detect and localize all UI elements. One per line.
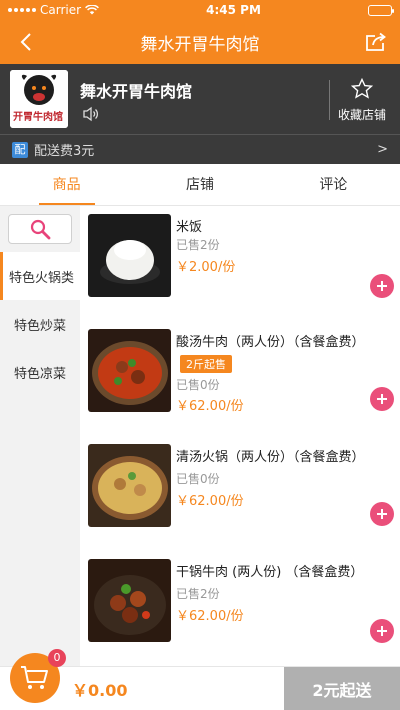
delivery-badge: 配 (12, 141, 28, 158)
favorite-label: 收藏店铺 (337, 108, 386, 122)
status-bar: Carrier 4:45 PM (0, 0, 400, 20)
tab-shop[interactable]: 店铺 (133, 164, 266, 205)
category-sidebar: 特色火锅类 特色炒菜 特色凉菜 (0, 206, 80, 666)
product-price: ￥62.00/份 (176, 494, 244, 509)
add-to-cart-button[interactable] (370, 387, 394, 411)
favorite-shop-button[interactable]: 收藏店铺 (334, 77, 390, 126)
tab-products[interactable]: 商品 (0, 164, 133, 205)
speaker-icon[interactable] (82, 106, 100, 126)
product-item[interactable]: 干锅牛肉 (两人份) （含餐盒费） 已售2份 ￥62.00/份 (80, 551, 400, 666)
product-image (88, 329, 171, 412)
nav-bar: 舞水开胃牛肉馆 (0, 20, 400, 64)
add-to-cart-button[interactable] (370, 274, 394, 298)
add-to-cart-button[interactable] (370, 619, 394, 643)
product-list: 米饭 已售2份 ￥2.00/份 酸汤牛肉（两人份）（含餐盒费） 2斤起售 已售0… (80, 206, 400, 666)
product-image (88, 214, 171, 297)
share-icon (366, 32, 386, 51)
cart-total: ￥0.00 (72, 681, 128, 700)
product-item[interactable]: 米饭 已售2份 ￥2.00/份 (80, 206, 400, 321)
product-price: ￥2.00/份 (176, 260, 236, 275)
top-bar: Carrier 4:45 PM 舞水开胃牛肉馆 (0, 0, 400, 64)
category-hotpot[interactable]: 特色火锅类 (0, 252, 80, 300)
shop-name: 舞水开胃牛肉馆 (80, 82, 193, 101)
product-image (88, 444, 171, 527)
status-time: 4:45 PM (206, 3, 261, 17)
tab-reviews[interactable]: 评论 (267, 164, 400, 205)
category-cold-dishes[interactable]: 特色凉菜 (0, 348, 80, 396)
product-item[interactable]: 清汤火锅（两人份）（含餐盒费） 已售0份 ￥62.00/份 (80, 436, 400, 551)
page-title: 舞水开胃牛肉馆 (140, 34, 260, 55)
product-sold: 已售0份 (176, 378, 220, 392)
cart-bar: 0 ￥0.00 2元起送 (0, 649, 400, 710)
chevron-left-icon (20, 33, 31, 51)
carrier-label: Carrier (40, 3, 82, 17)
wifi-icon (85, 5, 99, 15)
product-image (88, 559, 171, 642)
tab-bar: 商品 店铺 评论 (0, 164, 400, 206)
product-name: 米饭 (176, 220, 203, 235)
shop-header: 开胃牛肉馆 舞水开胃牛肉馆 收藏店铺 配 配送费3元 > (0, 64, 400, 164)
delivery-fee: 配送费3元 (34, 144, 95, 159)
plus-icon (377, 394, 387, 404)
min-order-badge: 2斤起售 (180, 355, 232, 373)
cart-count-badge: 0 (48, 649, 66, 667)
product-item[interactable]: 酸汤牛肉（两人份）（含餐盒费） 2斤起售 已售0份 ￥62.00/份 (80, 321, 400, 436)
product-name: 干锅牛肉 (两人份) （含餐盒费） (176, 565, 364, 580)
category-stir-fry[interactable]: 特色炒菜 (0, 300, 80, 348)
search-button[interactable] (8, 214, 72, 244)
plus-icon (377, 509, 387, 519)
product-sold: 已售2份 (176, 238, 220, 252)
battery-icon (368, 4, 394, 16)
checkout-button[interactable]: 2元起送 (284, 667, 400, 710)
divider (329, 80, 330, 120)
product-sold: 已售2份 (176, 587, 220, 601)
shop-logo: 开胃牛肉馆 (10, 70, 68, 128)
star-icon (350, 77, 374, 99)
plus-icon (377, 281, 387, 291)
logo-text: 开胃牛肉馆 (13, 112, 63, 123)
signal-icon (8, 8, 36, 12)
share-button[interactable] (360, 26, 392, 58)
product-name: 酸汤牛肉（两人份）（含餐盒费） (176, 335, 365, 350)
back-button[interactable] (10, 26, 42, 58)
delivery-info-row[interactable]: 配 配送费3元 > (0, 134, 400, 164)
product-sold: 已售0份 (176, 472, 220, 486)
search-icon (30, 219, 51, 240)
plus-icon (377, 626, 387, 636)
add-to-cart-button[interactable] (370, 502, 394, 526)
product-name: 清汤火锅（两人份）（含餐盒费） (176, 450, 365, 465)
cart-button[interactable]: 0 (10, 649, 66, 703)
cart-icon (21, 666, 48, 689)
chevron-right-icon: > (377, 142, 388, 157)
product-price: ￥62.00/份 (176, 399, 244, 414)
product-price: ￥62.00/份 (176, 609, 244, 624)
